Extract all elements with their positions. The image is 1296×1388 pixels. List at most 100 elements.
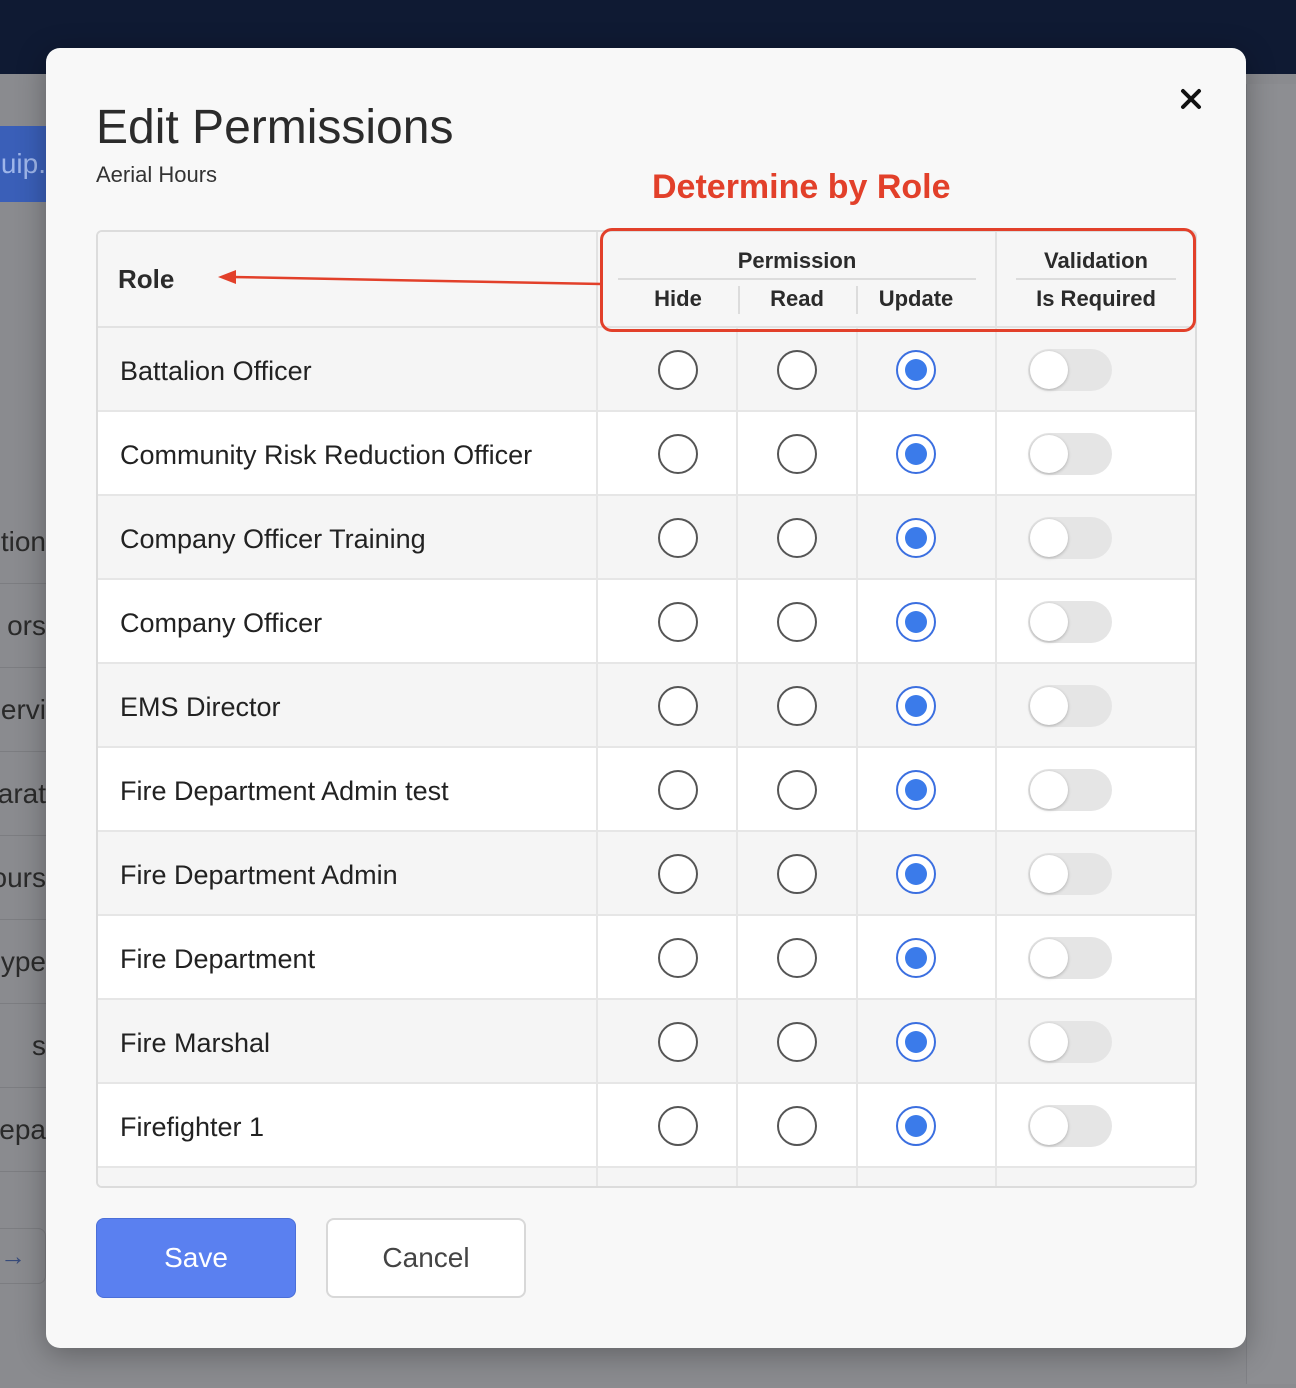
table-row: Battalion Officer [98, 328, 1195, 412]
radio-read[interactable] [777, 350, 817, 390]
permission-group-underline [618, 278, 976, 280]
column-divider [596, 580, 598, 664]
column-divider [995, 1168, 997, 1186]
radio-read[interactable] [777, 518, 817, 558]
column-divider [596, 1168, 598, 1186]
table-row: Company Officer [98, 580, 1195, 664]
is-required-toggle[interactable] [1028, 349, 1112, 391]
background-row: ervi [0, 668, 46, 752]
column-divider [995, 496, 997, 580]
toggle-knob [1030, 939, 1068, 977]
background-row: ors [0, 584, 46, 668]
role-name: Firefighter 1 [120, 1112, 265, 1142]
radio-hide[interactable] [658, 350, 698, 390]
radio-update[interactable] [896, 1106, 936, 1146]
role-name: Fire Department Admin test [120, 776, 449, 806]
background-row: arat [0, 752, 46, 836]
save-button[interactable]: Save [96, 1218, 296, 1298]
background-row: s [0, 1004, 46, 1088]
toggle-knob [1030, 1107, 1068, 1145]
is-required-toggle[interactable] [1028, 433, 1112, 475]
table-row: Fire Department Admin [98, 832, 1195, 916]
permission-group-header: Permission [737, 248, 857, 273]
cancel-button[interactable]: Cancel [326, 1218, 526, 1298]
role-name: Battalion Officer [120, 356, 312, 386]
column-divider [596, 664, 598, 748]
column-divider [995, 916, 997, 1000]
role-column-header: Role [118, 264, 175, 294]
radio-read[interactable] [777, 1106, 817, 1146]
radio-read[interactable] [777, 854, 817, 894]
radio-update[interactable] [896, 938, 936, 978]
is-required-toggle[interactable] [1028, 769, 1112, 811]
radio-read[interactable] [777, 1022, 817, 1062]
is-required-toggle[interactable] [1028, 685, 1112, 727]
column-divider [596, 1000, 598, 1084]
background-row-label: tion [0, 526, 46, 557]
is-required-column-header: Is Required [1036, 286, 1156, 311]
background-row-label: epa [0, 1114, 46, 1145]
radio-read[interactable] [777, 686, 817, 726]
radio-hide[interactable] [658, 602, 698, 642]
radio-update[interactable] [896, 854, 936, 894]
validation-group-underline [1016, 278, 1176, 280]
radio-hide[interactable] [658, 1022, 698, 1062]
radio-hide[interactable] [658, 686, 698, 726]
arrow-right-icon: → [0, 1241, 26, 1271]
close-icon [1181, 89, 1201, 109]
is-required-toggle[interactable] [1028, 601, 1112, 643]
toggle-knob [1030, 519, 1068, 557]
radio-hide[interactable] [658, 938, 698, 978]
toggle-knob [1030, 855, 1068, 893]
background-row: tion [0, 500, 46, 584]
radio-update[interactable] [896, 518, 936, 558]
role-name: Fire Department [120, 944, 316, 974]
radio-update[interactable] [896, 1022, 936, 1062]
is-required-toggle[interactable] [1028, 517, 1112, 559]
background-row-label: arat [0, 778, 46, 809]
column-divider [856, 748, 858, 832]
toggle-knob [1030, 771, 1068, 809]
column-divider [736, 1000, 738, 1084]
radio-update[interactable] [896, 434, 936, 474]
radio-hide[interactable] [658, 854, 698, 894]
radio-hide[interactable] [658, 434, 698, 474]
radio-update[interactable] [896, 686, 936, 726]
column-divider [856, 832, 858, 916]
column-divider [596, 1084, 598, 1168]
radio-hide[interactable] [658, 518, 698, 558]
radio-read[interactable] [777, 602, 817, 642]
background-row: ours [0, 836, 46, 920]
column-divider [856, 412, 858, 496]
radio-read[interactable] [777, 938, 817, 978]
close-button[interactable] [1176, 84, 1206, 114]
background-row-label: s [32, 1030, 46, 1061]
column-divider [736, 832, 738, 916]
table-row: EMS Director [98, 664, 1195, 748]
column-divider [596, 496, 598, 580]
permissions-table: Role Permission Hide Read Update Validat… [96, 230, 1197, 1188]
is-required-toggle[interactable] [1028, 1105, 1112, 1147]
table-body: Battalion Officer Community Risk Reductio… [98, 328, 1195, 1186]
radio-hide[interactable] [658, 770, 698, 810]
radio-read[interactable] [777, 434, 817, 474]
background-row-label: ervi [0, 694, 46, 725]
radio-update[interactable] [896, 770, 936, 810]
header-divider [995, 232, 997, 328]
radio-update[interactable] [896, 350, 936, 390]
column-divider [995, 412, 997, 496]
column-divider [995, 1000, 997, 1084]
background-arrow-button: → [0, 1228, 46, 1284]
is-required-toggle[interactable] [1028, 937, 1112, 979]
radio-hide[interactable] [658, 1106, 698, 1146]
table-row: Fire Marshal [98, 1000, 1195, 1084]
role-name: Company Officer Training [120, 524, 426, 554]
column-divider [736, 580, 738, 664]
column-divider [856, 1000, 858, 1084]
column-divider [856, 328, 858, 412]
radio-update[interactable] [896, 602, 936, 642]
radio-read[interactable] [777, 770, 817, 810]
is-required-toggle[interactable] [1028, 1021, 1112, 1063]
is-required-toggle[interactable] [1028, 853, 1112, 895]
column-divider [736, 496, 738, 580]
